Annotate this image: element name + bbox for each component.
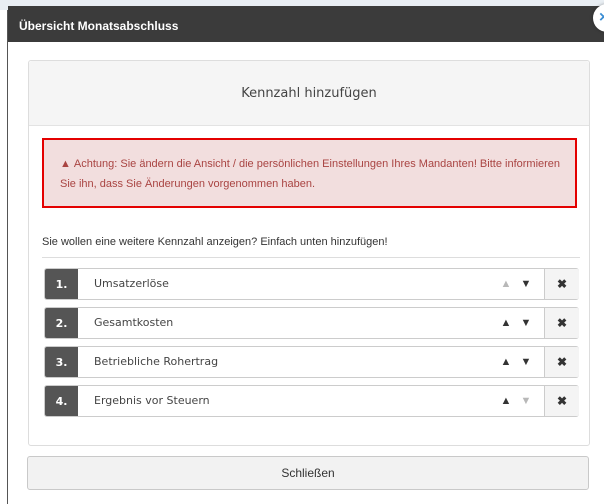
add-kpi-panel: Kennzahl hinzufügen ▲ Achtung: Sie ändern…	[28, 60, 590, 446]
remove-icon: ✖	[556, 316, 568, 330]
kpi-modal: Übersicht Monatsabschluss × Kennzahl hin…	[8, 4, 604, 504]
remove-kpi-button[interactable]: ✖	[544, 347, 579, 377]
modal-header: Übersicht Monatsabschluss	[8, 6, 604, 42]
kpi-row-number: 4.	[45, 386, 78, 416]
move-up-icon[interactable]: ▲	[496, 308, 516, 338]
kpi-row-number: 1.	[45, 269, 78, 299]
kpi-row: 1. Umsatzerlöse ▲ ▼ ✖	[44, 268, 579, 300]
kpi-row-number: 2.	[45, 308, 78, 338]
remove-icon: ✖	[556, 394, 568, 408]
kpi-row-label: Umsatzerlöse	[94, 277, 169, 290]
warning-text: Achtung: Sie ändern die Ansicht / die pe…	[60, 158, 561, 190]
kpi-row-order-controls: ▲ ▼	[492, 347, 542, 377]
divider	[42, 257, 580, 258]
move-down-icon[interactable]: ▼	[516, 269, 536, 299]
remove-kpi-button[interactable]: ✖	[544, 386, 579, 416]
kpi-list: 1. Umsatzerlöse ▲ ▼ ✖ 2. Gesamtkosten ▲ …	[44, 268, 579, 424]
kpi-row-order-controls: ▲ ▼	[492, 386, 542, 416]
remove-kpi-button[interactable]: ✖	[544, 308, 579, 338]
move-down-icon[interactable]: ▼	[516, 347, 536, 377]
remove-icon: ✖	[556, 355, 568, 369]
add-hint-text: Sie wollen eine weitere Kennzahl anzeige…	[42, 236, 388, 248]
move-down-icon[interactable]: ▼	[516, 308, 536, 338]
kpi-row-order-controls: ▲ ▼	[492, 308, 542, 338]
warning-icon: ▲	[60, 158, 71, 170]
close-icon: ×	[599, 9, 604, 26]
close-button[interactable]: Schließen	[27, 456, 589, 490]
remove-icon: ✖	[556, 277, 568, 291]
panel-heading: Kennzahl hinzufügen	[29, 61, 589, 126]
kpi-row-label: Ergebnis vor Steuern	[94, 394, 210, 407]
move-down-icon[interactable]: ▼	[516, 386, 536, 416]
move-up-icon[interactable]: ▲	[496, 269, 516, 299]
kpi-row: 2. Gesamtkosten ▲ ▼ ✖	[44, 307, 579, 339]
kpi-row-label: Betriebliche Rohertrag	[94, 355, 219, 368]
kpi-row: 4. Ergebnis vor Steuern ▲ ▼ ✖	[44, 385, 579, 417]
move-up-icon[interactable]: ▲	[496, 347, 516, 377]
remove-kpi-button[interactable]: ✖	[544, 269, 579, 299]
warning-alert: ▲ Achtung: Sie ändern die Ansicht / die p…	[42, 138, 577, 208]
background-window-edge	[0, 0, 8, 504]
modal-title: Übersicht Monatsabschluss	[19, 19, 179, 33]
kpi-row-label: Gesamtkosten	[94, 316, 174, 329]
kpi-row-number: 3.	[45, 347, 78, 377]
kpi-row: 3. Betriebliche Rohertrag ▲ ▼ ✖	[44, 346, 579, 378]
kpi-row-order-controls: ▲ ▼	[492, 269, 542, 299]
move-up-icon[interactable]: ▲	[496, 386, 516, 416]
